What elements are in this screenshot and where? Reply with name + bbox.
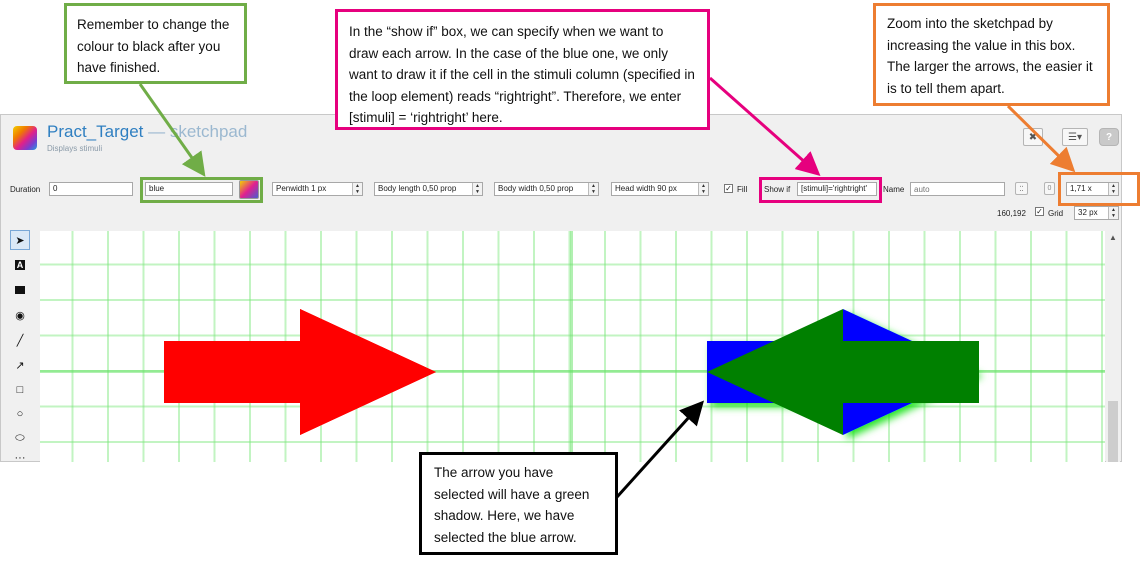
colour-annotation: Remember to change the colour to black a… [64, 3, 247, 84]
pink-callout-arrow [709, 76, 821, 176]
black-callout-arrow [615, 400, 705, 499]
selection-annotation: The arrow you have selected will have a … [419, 452, 618, 555]
green-callout-arrow [138, 83, 206, 177]
show-if-annotation: In the “show if” box, we can specify whe… [335, 9, 710, 130]
zoom-annotation: Zoom into the sketchpad by increasing th… [873, 3, 1110, 106]
orange-callout-arrow [1006, 104, 1076, 173]
